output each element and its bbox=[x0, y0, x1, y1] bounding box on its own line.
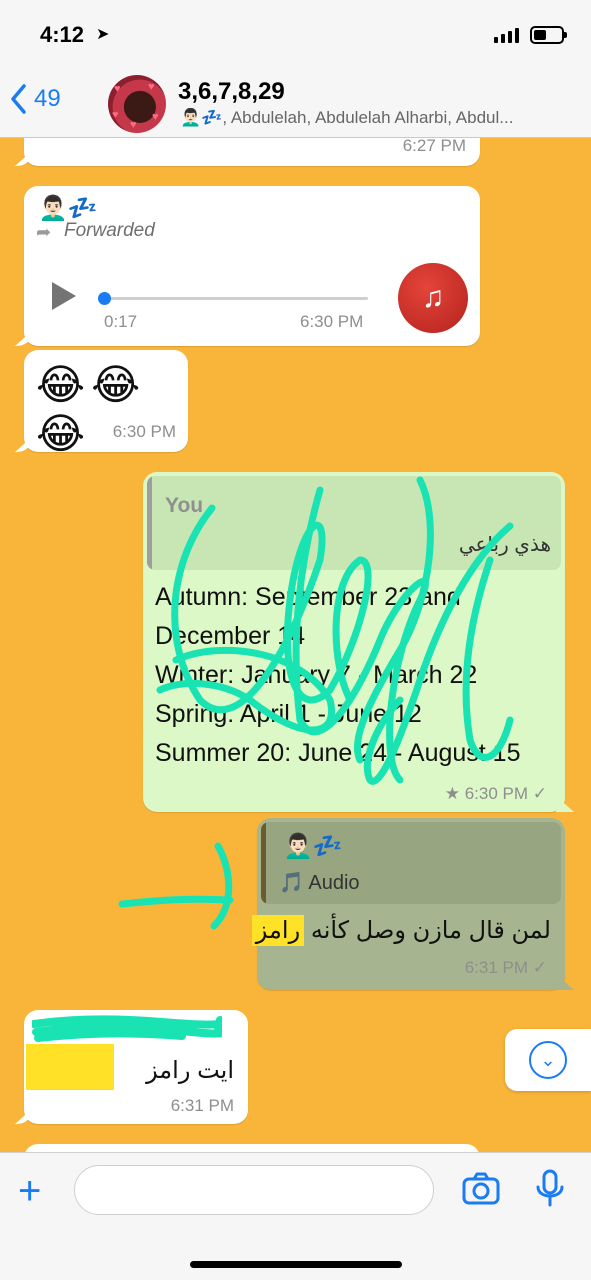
highlight-block bbox=[26, 1044, 114, 1090]
message-input[interactable] bbox=[74, 1165, 434, 1215]
message-time: 6:31 PM bbox=[170, 1096, 234, 1115]
chevron-down-icon: ⌄ bbox=[529, 1041, 567, 1079]
audio-progress[interactable] bbox=[98, 292, 368, 305]
quote-audio-label: 🎵 Audio bbox=[279, 872, 360, 894]
camera-icon[interactable] bbox=[462, 1171, 500, 1205]
quoted-audio[interactable]: 👨🏻‍🦱💤 🎵 Audio bbox=[261, 822, 561, 904]
chevron-left-icon bbox=[11, 84, 26, 114]
signal-icon bbox=[494, 28, 519, 43]
check-icon: ✓ bbox=[532, 958, 547, 977]
message-text: لمن قال مازن وصل كأنه رامز bbox=[251, 915, 551, 946]
message-time: 6:30 PM bbox=[300, 312, 364, 331]
redaction-scribble bbox=[32, 1015, 222, 1042]
composer-bar: + bbox=[0, 1152, 591, 1280]
message-time: 6:27 PM bbox=[402, 136, 466, 155]
status-time: 4:12 bbox=[40, 22, 85, 47]
quote-text: هذي رباعي bbox=[458, 534, 551, 556]
back-button[interactable]: 49 bbox=[10, 84, 61, 114]
plus-icon[interactable]: + bbox=[18, 1171, 41, 1211]
quoted-message[interactable]: You هذي رباعي bbox=[147, 476, 561, 570]
audio-duration: 0:17 bbox=[104, 312, 138, 331]
emoji-message[interactable]: 😂😂😂 6:30 PM bbox=[24, 350, 188, 457]
message-time: 6:30 PM bbox=[112, 422, 176, 441]
message-text: Autumn: September 23 and December 14 Win… bbox=[155, 578, 521, 773]
message-meta: ★ 6:30 PM ✓ bbox=[445, 784, 547, 804]
quote-sender: 👨🏻‍🦱💤 bbox=[283, 833, 343, 860]
battery-icon bbox=[530, 26, 567, 44]
sender-name: 👨🏻‍🦱💤 bbox=[38, 195, 98, 222]
home-indicator bbox=[190, 1261, 402, 1268]
emoji-text: 😂😂😂 bbox=[36, 361, 147, 457]
message-line: Spring: April 1 - June 12 bbox=[155, 700, 422, 728]
message-time: 6:31 PM bbox=[464, 958, 529, 977]
message-time: 6:30 PM bbox=[464, 784, 529, 803]
message-line: Winter: January 7 - March 22 bbox=[155, 661, 478, 689]
message-line: Autumn: September 23 and bbox=[155, 583, 461, 611]
chat-participants[interactable]: 👨🏻‍🦱💤, Abdulelah, Abdulelah Alharbi, Abd… bbox=[180, 108, 580, 128]
scroll-to-bottom-button[interactable]: ⌄ bbox=[505, 1029, 591, 1091]
forwarded-label: Forwarded bbox=[64, 220, 155, 241]
forward-icon: ➦ bbox=[36, 222, 52, 242]
message-text: ايت رامز bbox=[146, 1057, 234, 1084]
top-bar: 4:12 ➤ 49 ♥ ♥ ♥ ♥ ♥ 3,6,7,8,29 👨🏻‍🦱💤, Abdule… bbox=[0, 0, 591, 138]
outgoing-schedule-message[interactable]: You هذي رباعي Autumn: September 23 and D… bbox=[143, 472, 565, 812]
microphone-icon[interactable] bbox=[535, 1169, 565, 1209]
play-icon[interactable] bbox=[52, 282, 76, 310]
message-line: December 14 bbox=[155, 622, 306, 650]
chat-title[interactable]: 3,6,7,8,29 bbox=[178, 78, 285, 106]
scrubber-handle[interactable] bbox=[98, 292, 111, 305]
group-avatar[interactable]: ♥ ♥ ♥ ♥ ♥ bbox=[108, 75, 166, 133]
location-arrow-icon: ➤ bbox=[96, 26, 110, 43]
outgoing-reply-message[interactable]: 👨🏻‍🦱💤 🎵 Audio لمن قال مازن وصل كأنه رامز… bbox=[251, 818, 565, 990]
check-icon: ✓ bbox=[532, 784, 547, 803]
message-meta: 6:31 PM ✓ bbox=[465, 958, 547, 978]
incoming-message[interactable]: ايت رامز 6:31 PM bbox=[24, 1010, 248, 1124]
music-note-icon: ♫ bbox=[398, 263, 468, 333]
quote-sender: You bbox=[165, 494, 204, 517]
message-line: Summer 20: June 24 - August 15 bbox=[155, 739, 521, 767]
highlighted-word: رامز bbox=[251, 915, 305, 946]
star-icon: ★ bbox=[444, 784, 460, 803]
unread-count: 49 bbox=[34, 85, 61, 112]
forwarded-audio-message[interactable]: 👨🏻‍🦱💤 ➦ Forwarded 0:17 6:30 PM ♫ bbox=[24, 186, 480, 346]
